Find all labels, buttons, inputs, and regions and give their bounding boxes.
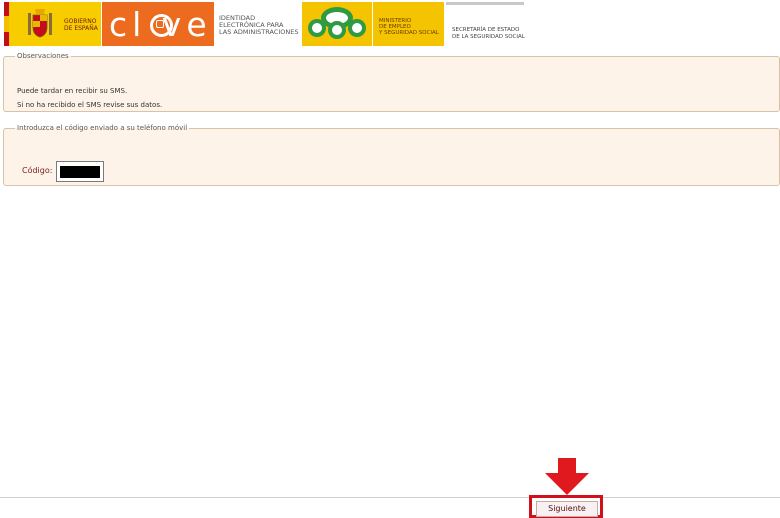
ministerio-text: MINISTERIO DE EMPLEO Y SEGURIDAD SOCIAL: [379, 18, 439, 36]
footer-divider: [0, 497, 780, 498]
gobierno-logo: GOBIERNO DE ESPAÑA: [4, 2, 101, 46]
clave-lock-icon: [156, 20, 164, 28]
secretaria-block: SECRETARÍA DE ESTADO DE LA SEGURIDAD SOC…: [446, 2, 525, 46]
header-banner: GOBIERNO DE ESPAÑA cl ve IDENTIDAD ELECT…: [0, 0, 525, 48]
clave-logo: cl ve: [102, 2, 214, 46]
observaciones-fieldset: Observaciones Puede tardar en recibir su…: [3, 52, 780, 112]
identidad-text: IDENTIDAD ELECTRÓNICA PARA LAS ADMINISTR…: [219, 14, 299, 36]
seguridad-social-logo: [302, 2, 372, 46]
siguiente-button[interactable]: Siguiente: [536, 501, 598, 517]
spain-flag-stripe-yellow: [4, 16, 9, 32]
siguiente-highlight: Siguiente: [529, 495, 603, 518]
codigo-legend: Introduzca el código enviado a su teléfo…: [17, 124, 188, 132]
observaciones-line-1: Puede tardar en recibir su SMS.: [17, 87, 128, 95]
codigo-fieldset: Introduzca el código enviado a su teléfo…: [3, 124, 780, 186]
ministerio-logo: MINISTERIO DE EMPLEO Y SEGURIDAD SOCIAL: [373, 2, 444, 46]
observaciones-line-2: Si no ha recibido el SMS revise sus dato…: [17, 101, 163, 109]
secretaria-text: SECRETARÍA DE ESTADO DE LA SEGURIDAD SOC…: [452, 27, 525, 40]
codigo-label: Código:: [22, 166, 53, 175]
observaciones-legend: Observaciones: [17, 52, 69, 60]
gobierno-text: GOBIERNO DE ESPAÑA: [64, 18, 98, 32]
arrow-down-icon: [545, 458, 589, 495]
coat-of-arms-icon: [28, 9, 52, 38]
codigo-input[interactable]: [56, 161, 104, 182]
codigo-redacted-value: [60, 166, 100, 178]
seguridad-social-emblem-icon: [308, 7, 366, 39]
